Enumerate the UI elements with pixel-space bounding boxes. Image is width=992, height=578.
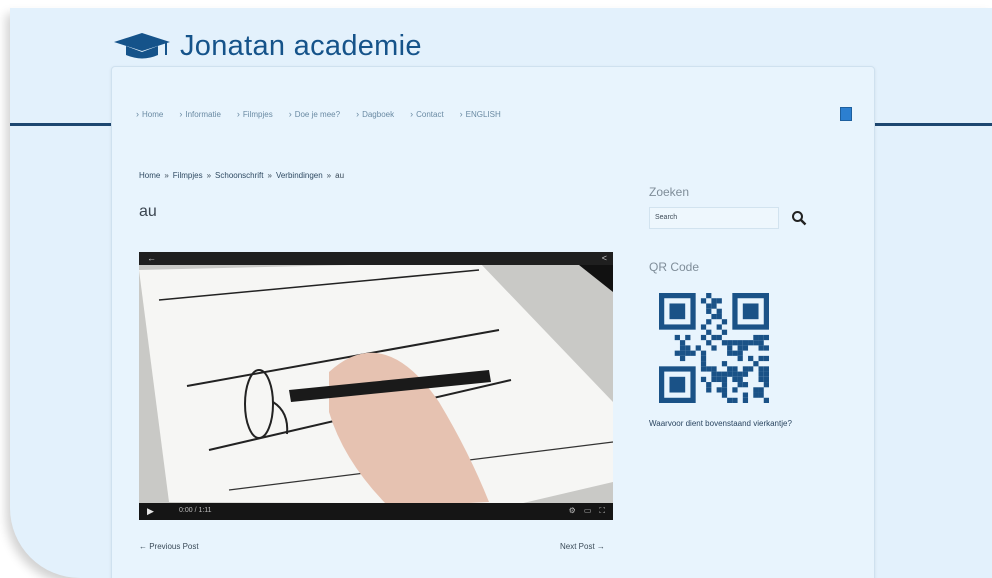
- breadcrumb-separator: »: [164, 171, 169, 180]
- nav-item-english[interactable]: › ENGLISH: [460, 109, 501, 119]
- nav-item-home[interactable]: › Home: [136, 109, 163, 119]
- nav-item-filmpjes[interactable]: › Filmpjes: [237, 109, 273, 119]
- chevron-right-icon: ›: [356, 109, 360, 119]
- nav-label: Contact: [416, 109, 444, 119]
- nav-label: Home: [142, 109, 164, 119]
- site-title[interactable]: Jonatan academie: [180, 30, 422, 63]
- language-flag-icon[interactable]: [840, 107, 852, 121]
- nav-label: Filmpjes: [242, 109, 273, 119]
- captions-icon[interactable]: ▭: [584, 506, 592, 516]
- video-frame: [139, 252, 613, 520]
- qr-widget-title: QR Code: [649, 260, 700, 274]
- settings-icon[interactable]: ⚙: [569, 506, 576, 516]
- previous-post-link[interactable]: ← Previous Post: [139, 542, 199, 551]
- next-post-link[interactable]: Next Post →: [560, 542, 605, 551]
- breadcrumb-home[interactable]: Home: [139, 171, 160, 180]
- video-player[interactable]: ← < ▶ 0:00 / 1:11 ⚙ ▭ ⛶: [139, 252, 613, 520]
- chevron-right-icon: ›: [459, 109, 463, 119]
- content-box: › Home › Informatie › Filmpjes › Doe je mee?…: [111, 66, 875, 578]
- video-time: 0:00 / 1:11: [179, 507, 212, 514]
- qr-code: [659, 293, 769, 403]
- chevron-right-icon: ›: [288, 109, 292, 119]
- chevron-right-icon: ›: [410, 109, 414, 119]
- breadcrumb: Home » Filmpjes » Schoonschrift » Verbin…: [139, 171, 344, 180]
- nav-label: Informatie: [185, 109, 221, 119]
- post-title: au: [139, 203, 157, 220]
- nav-item-dagboek[interactable]: › Dagboek: [356, 109, 394, 119]
- breadcrumb-current: au: [335, 171, 345, 180]
- breadcrumb-filmpjes[interactable]: Filmpjes: [173, 171, 203, 180]
- graduation-cap-icon[interactable]: [112, 31, 172, 61]
- play-icon[interactable]: ▶: [147, 506, 154, 517]
- search-input[interactable]: Search: [649, 207, 779, 229]
- nav-item-contact[interactable]: › Contact: [410, 109, 444, 119]
- chevron-right-icon: ›: [136, 109, 139, 119]
- video-right-controls: ⚙ ▭ ⛶: [569, 506, 605, 516]
- nav-label: Dagboek: [362, 109, 395, 119]
- breadcrumb-separator: »: [206, 171, 212, 180]
- nav-label: Doe je mee?: [294, 109, 341, 119]
- arrow-left-icon[interactable]: ←: [147, 253, 156, 263]
- nav-item-informatie[interactable]: › Informatie: [179, 109, 221, 119]
- breadcrumb-schoonschrift[interactable]: Schoonschrift: [215, 171, 263, 180]
- breadcrumb-separator: »: [267, 171, 272, 180]
- chevron-right-icon: ›: [236, 109, 240, 119]
- main-nav: › Home › Informatie › Filmpjes › Doe je mee?…: [136, 109, 501, 119]
- chevron-right-icon: ›: [179, 109, 183, 119]
- search-widget-title: Zoeken: [649, 185, 690, 199]
- breadcrumb-separator: »: [326, 171, 332, 180]
- site-header: Jonatan academie: [112, 26, 422, 66]
- breadcrumb-verbindingen[interactable]: Verbindingen: [276, 171, 323, 180]
- share-icon[interactable]: <: [602, 253, 607, 263]
- qr-caption-link[interactable]: Waarvoor dient bovenstaand vierkantje?: [649, 419, 792, 428]
- video-top-bar: ← <: [139, 252, 613, 265]
- nav-item-doe-je-mee[interactable]: › Doe je mee?: [289, 109, 340, 119]
- search-icon[interactable]: [791, 210, 807, 226]
- fullscreen-icon[interactable]: ⛶: [599, 506, 605, 516]
- page-frame: Jonatan academie › Home › Informatie › Film…: [10, 8, 992, 578]
- nav-label: ENGLISH: [465, 109, 501, 119]
- video-controls: ▶ 0:00 / 1:11 ⚙ ▭ ⛶: [139, 503, 613, 520]
